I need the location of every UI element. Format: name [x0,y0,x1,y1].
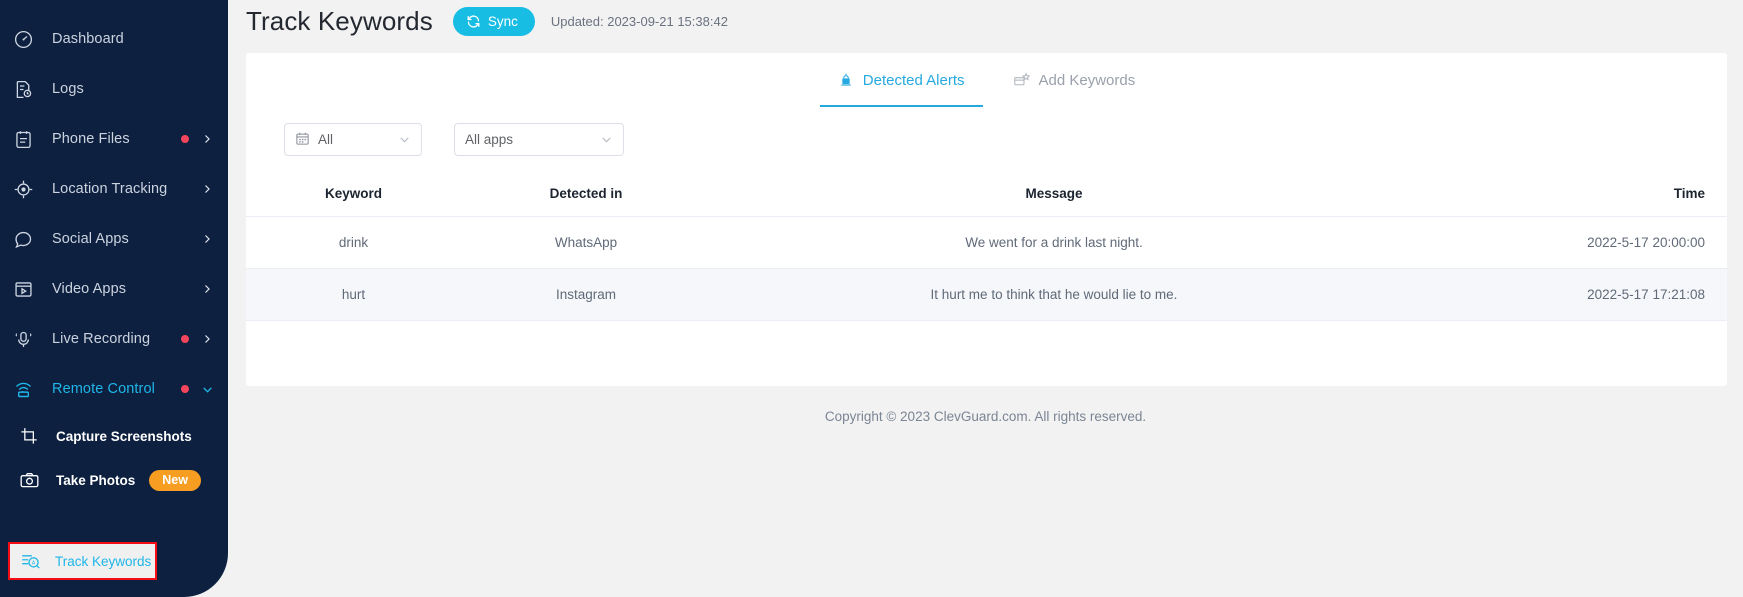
footer-copyright: Copyright © 2023 ClevGuard.com. All righ… [824,409,1147,424]
sidebar-subitem-label: Take Photos [56,472,136,488]
log-file-icon [8,74,38,104]
refresh-icon [466,14,481,29]
sync-label: Sync [487,13,518,29]
sidebar-item-live-recording[interactable]: Live Recording [0,314,228,364]
sidebar-subitem-label: Capture Screenshots [56,428,192,444]
cell-time: 2022-5-17 20:00:00 [1397,216,1727,269]
date-filter-select[interactable]: All [284,123,422,156]
app-filter-select[interactable]: All apps [454,123,624,156]
tab-add-keywords[interactable]: Add Keywords [1009,53,1140,107]
sync-button[interactable]: Sync [452,6,535,36]
sidebar-item-social-apps[interactable]: Social Apps [0,214,228,264]
chevron-down-icon [600,133,613,146]
date-filter-value: All [318,132,334,147]
column-header-time: Time [1397,172,1727,217]
sidebar-subitem-capture-screenshots[interactable]: Capture Screenshots [0,414,228,458]
filter-bar: All All apps [246,107,1727,156]
crop-icon [14,421,44,451]
gauge-icon [8,24,38,54]
alerts-table: Keyword Detected in Message Time drink W… [246,172,1727,321]
app-filter-value: All apps [465,132,514,147]
sidebar-subitem-label: Track Keywords [55,553,152,569]
chevron-down-icon [398,133,411,146]
video-player-icon [8,274,38,304]
sidebar-subitem-take-photos[interactable]: Take Photos New [0,458,228,502]
target-icon [8,174,38,204]
column-header-detected-in: Detected in [461,172,711,217]
chevron-down-icon [200,383,214,396]
table-header: Keyword Detected in Message Time [246,172,1727,217]
column-header-message: Message [711,172,1397,217]
sidebar-item-label: Dashboard [52,31,124,47]
tab-bar: Detected Alerts Add Keywords [246,53,1727,107]
microphone-icon [8,324,38,354]
table-row[interactable]: hurt Instagram It hurt me to think that … [246,268,1727,321]
table-body: drink WhatsApp We went for a drink last … [246,216,1727,321]
sidebar-item-label: Social Apps [52,231,129,247]
add-keyword-icon [1013,72,1030,89]
sidebar-item-dashboard[interactable]: Dashboard [0,14,228,64]
clipboard-icon [8,124,38,154]
tab-detected-alerts[interactable]: Detected Alerts [819,53,983,107]
calendar-icon [295,131,310,149]
sidebar-item-phone-files[interactable]: Phone Files [0,114,228,164]
sidebar-item-logs[interactable]: Logs [0,64,228,114]
alarm-icon [838,72,854,88]
sidebar-item-label: Remote Control [52,381,155,397]
sidebar-item-label: Logs [52,81,84,97]
notification-dot [181,335,189,343]
notification-dot [181,135,189,143]
column-header-keyword: Keyword [246,172,461,217]
cell-message: It hurt me to think that he would lie to… [711,268,1397,321]
table-header-row: Keyword Detected in Message Time [246,172,1727,217]
page-title: Track Keywords [246,5,433,36]
notification-dot [181,385,189,393]
main-content: Track Keywords Sync Updated: 2023-09-21 … [228,0,1743,597]
chevron-right-icon [200,333,214,345]
camera-icon [14,465,44,495]
sidebar: Dashboard Logs Phone Files Location Trac… [0,0,228,597]
wifi-device-icon [8,374,38,404]
updated-timestamp: Updated: 2023-09-21 15:38:42 [550,13,728,29]
chevron-right-icon [200,133,214,145]
chat-bubble-icon [8,224,38,254]
keyword-scan-icon: A [15,546,45,576]
cell-time: 2022-5-17 17:21:08 [1397,268,1727,321]
table-row[interactable]: drink WhatsApp We went for a drink last … [246,216,1727,269]
new-badge: New [149,469,201,491]
chevron-right-icon [200,233,214,245]
chevron-right-icon [200,283,214,295]
sidebar-item-label: Live Recording [52,331,151,347]
cell-keyword: drink [246,216,461,269]
chevron-right-icon [200,183,214,195]
content-card: Detected Alerts Add Keywords All All app… [246,53,1727,386]
page-header: Track Keywords Sync Updated: 2023-09-21 … [228,0,1743,42]
cell-detected-in: WhatsApp [461,216,711,269]
cell-message: We went for a drink last night. [711,216,1397,269]
sidebar-item-video-apps[interactable]: Video Apps [0,264,228,314]
app-root: Dashboard Logs Phone Files Location Trac… [0,0,1743,597]
tab-label: Detected Alerts [862,71,965,89]
sidebar-item-label: Phone Files [52,131,130,147]
cell-keyword: hurt [246,268,461,321]
sidebar-item-label: Video Apps [52,281,127,297]
sidebar-subitem-track-keywords[interactable]: A Track Keywords [8,542,157,580]
sidebar-item-label: Location Tracking [52,181,168,197]
sidebar-item-remote-control[interactable]: Remote Control [0,364,228,414]
sidebar-item-location-tracking[interactable]: Location Tracking [0,164,228,214]
tab-label: Add Keywords [1038,71,1136,89]
cell-detected-in: Instagram [461,268,711,321]
svg-text:A: A [31,560,35,566]
